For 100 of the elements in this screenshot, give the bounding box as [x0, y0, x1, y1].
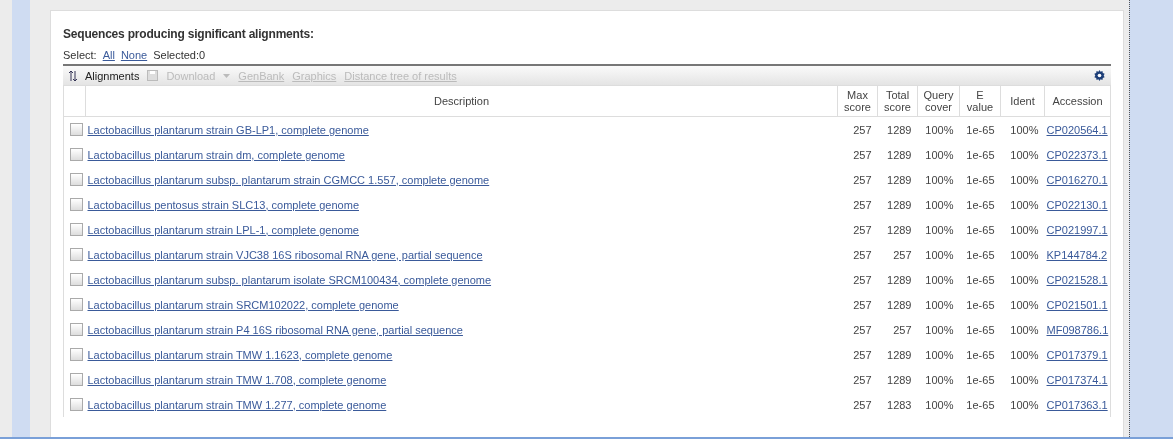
table-cell-text: 1e-65 — [965, 197, 996, 213]
description-link[interactable]: Lactobacillus plantarum strain P4 16S ribosomal RNA gene, partial sequence — [87, 323, 463, 336]
settings-icon[interactable] — [1094, 70, 1105, 81]
table-cell-text: 100% — [1009, 247, 1040, 263]
table-cell-text: 257 — [852, 172, 873, 188]
accession-link[interactable]: CP017374.1 — [1046, 373, 1108, 386]
column-header[interactable]: Total score — [877, 85, 918, 117]
column-header[interactable]: Ident — [1000, 85, 1045, 117]
table-cell: 100% — [1000, 116, 1045, 142]
row-checkbox[interactable] — [70, 373, 83, 386]
column-header[interactable]: Query cover — [917, 85, 960, 117]
table-cell-text: 257 — [852, 322, 873, 338]
row-checkbox[interactable] — [70, 223, 83, 236]
description-link[interactable]: Lactobacillus pentosus strain SLC13, complete genome — [87, 198, 359, 211]
table-cell-text: 100% — [924, 347, 955, 363]
table-cell-text: 257 — [852, 197, 873, 213]
table-cell-text: 100% — [924, 172, 955, 188]
floppy-icon — [147, 70, 159, 81]
description-link[interactable]: Lactobacillus plantarum strain SRCM102022, complete genome — [87, 298, 399, 311]
table-cell-text: 100% — [1009, 222, 1040, 238]
description-link[interactable]: Lactobacillus plantarum subsp. plantarum isolate SRCM100434, complete genome — [87, 273, 492, 286]
table-cell-text: 257 — [852, 247, 873, 263]
row-checkbox[interactable] — [70, 173, 83, 186]
selected-count: Selected:0 — [153, 49, 206, 61]
table-cell-text: 100% — [1009, 347, 1040, 363]
description-link[interactable]: Lactobacillus plantarum strain dm, complete genome — [87, 148, 345, 161]
table-cell-text: 257 — [892, 322, 913, 338]
accession-link[interactable]: CP017379.1 — [1046, 348, 1108, 361]
sort-icon — [69, 69, 77, 82]
table-cell-text: 1289 — [886, 197, 913, 213]
table-cell-text: 257 — [852, 147, 873, 163]
table-cell-text: 100% — [924, 222, 955, 238]
table-cell-text: 100% — [924, 147, 955, 163]
column-header[interactable]: Max score — [837, 85, 878, 117]
table-cell-text: 1289 — [886, 147, 913, 163]
description-link[interactable]: Lactobacillus plantarum subsp. plantarum strain CGMCC 1.557, complete genome — [87, 173, 490, 186]
row-checkbox[interactable] — [70, 298, 83, 311]
toolbar-link[interactable]: Alignments — [85, 69, 140, 82]
accession-link[interactable]: KP144784.2 — [1046, 248, 1108, 261]
table-cell-text: 100% — [924, 197, 955, 213]
table-cell-text: 1289 — [886, 172, 913, 188]
table-cell-text: 1e-65 — [965, 347, 996, 363]
table-cell-text: 100% — [1009, 372, 1040, 388]
table-cell-text: 257 — [852, 397, 873, 413]
table-cell-text: 1e-65 — [965, 222, 996, 238]
table-cell-text: 100% — [1009, 322, 1040, 338]
table-cell-text: 100% — [924, 397, 955, 413]
table-cell-text: 100% — [1009, 172, 1040, 188]
table-cell-text: 257 — [852, 347, 873, 363]
row-checkbox[interactable] — [70, 323, 83, 336]
select-link[interactable]: None — [120, 49, 148, 61]
table-cell-text: 100% — [924, 247, 955, 263]
accession-link[interactable]: CP020564.1 — [1046, 123, 1108, 136]
description-link[interactable]: Lactobacillus plantarum strain TMW 1.708, complete genome — [87, 373, 387, 386]
table-cell-text: 100% — [924, 372, 955, 388]
table-cell-text: 1e-65 — [965, 172, 996, 188]
row-checkbox[interactable] — [70, 123, 83, 136]
table-cell: 1289 — [877, 116, 918, 142]
row-checkbox[interactable] — [70, 148, 83, 161]
description-link[interactable]: Lactobacillus plantarum strain LPL-1, complete genome — [87, 223, 359, 236]
table-cell-text: 100% — [1009, 147, 1040, 163]
accession-link[interactable]: CP021528.1 — [1046, 273, 1108, 286]
accession-link[interactable]: CP022130.1 — [1046, 198, 1108, 211]
table-cell-text: 257 — [852, 222, 873, 238]
table-cell-text: 1e-65 — [965, 322, 996, 338]
column-header[interactable]: E value — [959, 85, 1001, 117]
accession-link[interactable]: CP017363.1 — [1046, 398, 1108, 411]
row-checkbox[interactable] — [70, 248, 83, 261]
table-cell-text: 257 — [852, 372, 873, 388]
row-checkbox[interactable] — [70, 348, 83, 361]
table-cell-text: 1e-65 — [965, 147, 996, 163]
description-link[interactable]: Lactobacillus plantarum strain TMW 1.277, complete genome — [87, 398, 387, 411]
select-label: Select: — [63, 49, 97, 61]
table-cell: 257 — [837, 116, 878, 142]
accession-link[interactable]: MF098786.1 — [1046, 323, 1109, 336]
table-cell-text: 1e-65 — [965, 272, 996, 288]
row-checkbox[interactable] — [70, 398, 83, 411]
table-cell-text: 100% — [1009, 197, 1040, 213]
table-cell-text: 257 — [852, 297, 873, 313]
table-cell-text: 1e-65 — [965, 397, 996, 413]
table-cell: 1e-65 — [959, 116, 1001, 142]
table-cell-text: 1289 — [886, 272, 913, 288]
accession-link[interactable]: CP016270.1 — [1046, 173, 1108, 186]
table-cell-text: 100% — [1009, 297, 1040, 313]
row-checkbox[interactable] — [70, 273, 83, 286]
table-cell-text: 100% — [1009, 272, 1040, 288]
column-header[interactable]: Description — [85, 85, 838, 117]
table-cell-text: 1283 — [886, 397, 913, 413]
select-link[interactable]: All — [102, 49, 115, 61]
column-header[interactable]: Accession — [1044, 85, 1111, 117]
table-cell-text: 1289 — [886, 347, 913, 363]
row-checkbox[interactable] — [70, 198, 83, 211]
accession-link[interactable]: CP021997.1 — [1046, 223, 1108, 236]
table-cell-text: 1289 — [886, 222, 913, 238]
accession-link[interactable]: CP021501.1 — [1046, 298, 1108, 311]
table-cell-text: 1289 — [886, 372, 913, 388]
description-link[interactable]: Lactobacillus plantarum strain VJC38 16S ribosomal RNA gene, partial sequence — [87, 248, 483, 261]
description-link[interactable]: Lactobacillus plantarum strain GB-LP1, complete genome — [87, 123, 369, 136]
description-link[interactable]: Lactobacillus plantarum strain TMW 1.1623, complete genome — [87, 348, 393, 361]
accession-link[interactable]: CP022373.1 — [1046, 148, 1108, 161]
